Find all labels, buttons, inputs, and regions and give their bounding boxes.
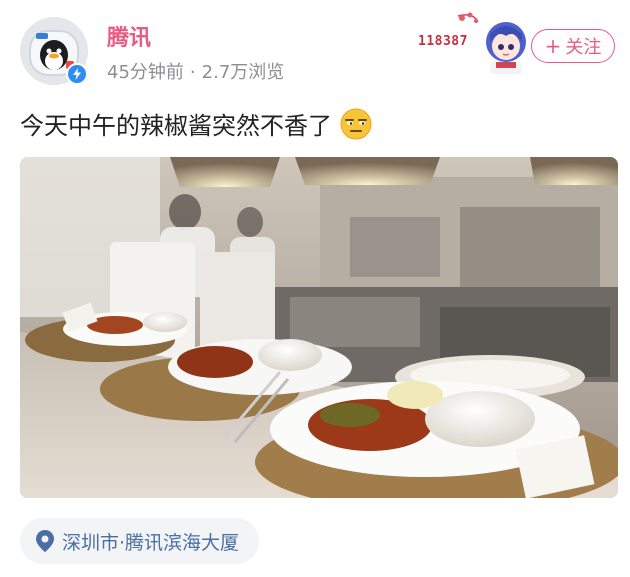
follow-button[interactable]: + 关注 [531, 29, 615, 63]
post-time: 45分钟前 [107, 62, 184, 83]
map-pin-icon [36, 530, 54, 552]
meta-separator: · [189, 62, 196, 83]
post-meta: 45分钟前 · 2.7万浏览 [107, 58, 284, 84]
post-views: 2.7万浏览 [201, 62, 285, 83]
post-text: 今天中午的辣椒酱突然不香了 [20, 106, 372, 141]
anime-character-sticker-icon: 118387 [418, 12, 536, 74]
plus-icon: + [544, 34, 562, 58]
author-name[interactable]: 腾讯 [107, 20, 151, 52]
location-text: 深圳市·腾讯滨海大厦 [62, 531, 240, 554]
post-photo[interactable] [20, 157, 618, 498]
post-body: 今天中午的辣椒酱突然不香了 [20, 112, 332, 140]
sticker-number: 118387 [418, 34, 468, 49]
canteen-food-photo-icon [20, 157, 618, 498]
verified-badge-icon [66, 63, 88, 85]
follow-label: 关注 [565, 37, 602, 58]
location-tag[interactable]: 深圳市·腾讯滨海大厦 [20, 518, 260, 564]
unamused-face-emoji-icon [340, 108, 372, 139]
